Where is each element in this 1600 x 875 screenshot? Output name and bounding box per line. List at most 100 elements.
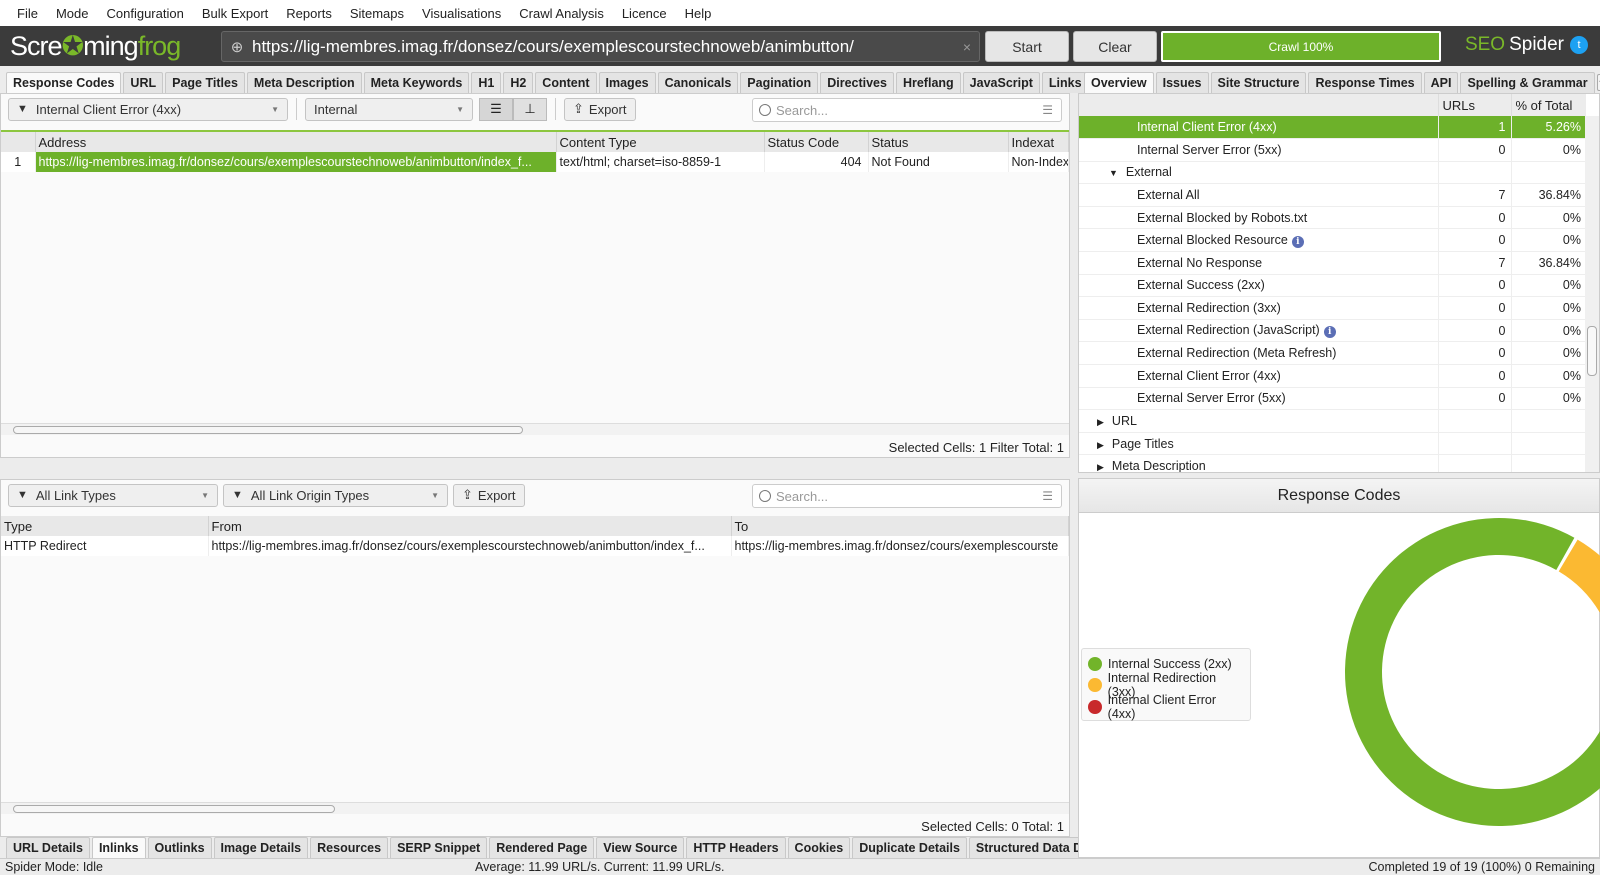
tab-page-titles[interactable]: Page Titles: [165, 72, 245, 93]
menu-item-licence[interactable]: Licence: [622, 6, 667, 21]
column-header[interactable]: Status Code: [764, 132, 869, 152]
tab-content[interactable]: Content: [535, 72, 597, 93]
cell-status-code[interactable]: 404: [764, 152, 869, 172]
overview-row[interactable]: External Blocked Resource i 0 0%: [1079, 228, 1586, 253]
info-icon[interactable]: i: [1291, 235, 1304, 248]
tab-h1[interactable]: H1: [471, 72, 502, 93]
url-input[interactable]: ⊕ https://lig-membres.imag.fr/donsez/cou…: [221, 31, 980, 62]
overview-row[interactable]: ▼ External: [1079, 161, 1586, 185]
scrollbar-thumb[interactable]: [1587, 326, 1597, 376]
menu-item-visualisations[interactable]: Visualisations: [422, 6, 501, 21]
overview-row[interactable]: ▶ Meta Description: [1079, 454, 1586, 472]
lower-horizontal-scrollbar[interactable]: [1, 802, 1069, 814]
clear-button[interactable]: Clear: [1073, 31, 1157, 62]
overview-row[interactable]: External Client Error (4xx) 0 0%: [1079, 364, 1586, 388]
overview-vertical-scrollbar[interactable]: [1585, 116, 1599, 472]
table-row[interactable]: 1 https://lig-membres.imag.fr/donsez/cour…: [1, 152, 1069, 172]
collapsed-icon[interactable]: ▶: [1097, 462, 1104, 472]
menu-item-help[interactable]: Help: [685, 6, 712, 21]
cell-from[interactable]: https://lig-membres.imag.fr/donsez/cours…: [208, 536, 732, 556]
overview-row[interactable]: External Server Error (5xx) 0 0%: [1079, 387, 1586, 411]
tab-site-structure[interactable]: Site Structure: [1210, 72, 1307, 93]
donut-slice-internal-success-2xx-[interactable]: [1345, 518, 1600, 826]
cell-type[interactable]: HTTP Redirect: [1, 536, 209, 556]
lower-search-input[interactable]: Search... ☰: [752, 484, 1062, 508]
overview-header-pct[interactable]: % of Total: [1510, 94, 1586, 116]
menu-item-configuration[interactable]: Configuration: [106, 6, 183, 21]
export-button[interactable]: ⇪ Export: [564, 97, 636, 121]
tab-view-source[interactable]: View Source: [596, 837, 685, 858]
main-horizontal-scrollbar[interactable]: [1, 423, 1069, 435]
start-button[interactable]: Start: [985, 31, 1069, 62]
cell-address[interactable]: https://lig-membres.imag.fr/donsez/cours…: [35, 152, 557, 172]
column-header[interactable]: From: [208, 516, 732, 536]
tab-h2[interactable]: H2: [503, 72, 534, 93]
overview-row[interactable]: Internal Client Error (4xx) 1 5.26%: [1079, 116, 1586, 140]
column-header[interactable]: Indexat: [1008, 132, 1069, 152]
tab-url[interactable]: URL: [123, 72, 164, 93]
overview-header-urls[interactable]: URLs: [1437, 94, 1511, 116]
overview-row[interactable]: External Redirection (3xx) 0 0%: [1079, 296, 1586, 320]
scrollbar-thumb[interactable]: [13, 426, 523, 434]
tab-response-times[interactable]: Response Times: [1308, 72, 1422, 93]
tab-image-details[interactable]: Image Details: [213, 837, 309, 858]
overview-row[interactable]: External No Response 7 36.84%: [1079, 251, 1586, 275]
scrollbar-thumb[interactable]: [13, 805, 335, 813]
tab-directives[interactable]: Directives: [820, 72, 894, 93]
menu-item-reports[interactable]: Reports: [286, 6, 332, 21]
cell-status[interactable]: Not Found: [868, 152, 1009, 172]
twitter-icon[interactable]: t: [1570, 36, 1588, 54]
filter-options-icon[interactable]: ☰: [1042, 103, 1053, 117]
menu-item-mode[interactable]: Mode: [56, 6, 89, 21]
filter-dropdown[interactable]: ▼ Internal Client Error (4xx) ▼: [8, 97, 288, 121]
tab-spelling-grammar[interactable]: Spelling & Grammar: [1460, 72, 1595, 93]
tab-meta-keywords[interactable]: Meta Keywords: [363, 72, 470, 93]
lower-export-button[interactable]: ⇪ Export: [453, 483, 525, 507]
tab-rendered-page[interactable]: Rendered Page: [489, 837, 595, 858]
tab-duplicate-details[interactable]: Duplicate Details: [852, 837, 967, 858]
menu-item-bulk-export[interactable]: Bulk Export: [202, 6, 268, 21]
cell-indexability[interactable]: Non-Index: [1008, 152, 1069, 172]
link-types-dropdown[interactable]: ▼ All Link Types ▼: [8, 483, 218, 507]
info-icon[interactable]: i: [1323, 326, 1336, 339]
tab-overview[interactable]: Overview: [1084, 72, 1154, 93]
tab-hreflang[interactable]: Hreflang: [895, 72, 961, 93]
menu-item-sitemaps[interactable]: Sitemaps: [350, 6, 404, 21]
menu-item-crawl-analysis[interactable]: Crawl Analysis: [519, 6, 604, 21]
tab-cookies[interactable]: Cookies: [787, 837, 851, 858]
tab-pagination[interactable]: Pagination: [740, 72, 819, 93]
overview-row[interactable]: ▶ URL: [1079, 409, 1586, 433]
tab-inlinks[interactable]: Inlinks: [91, 837, 146, 858]
overview-row[interactable]: External Blocked by Robots.txt 0 0%: [1079, 206, 1586, 230]
tab-images[interactable]: Images: [598, 72, 656, 93]
overview-row[interactable]: External Success (2xx) 0 0%: [1079, 274, 1586, 298]
table-row[interactable]: HTTP Redirect https://lig-membres.imag.fr…: [1, 536, 1069, 556]
cell-num[interactable]: 1: [1, 152, 36, 172]
column-header[interactable]: Address: [35, 132, 557, 152]
tab-outlinks[interactable]: Outlinks: [147, 837, 212, 858]
overview-row[interactable]: ▶ Page Titles: [1079, 432, 1586, 456]
column-header[interactable]: Content Type: [556, 132, 765, 152]
overview-row[interactable]: External Redirection (JavaScript) i 0 0%: [1079, 319, 1586, 343]
tab-issues[interactable]: Issues: [1155, 72, 1209, 93]
column-header[interactable]: Status: [868, 132, 1009, 152]
overview-row[interactable]: Internal Server Error (5xx) 0 0%: [1079, 138, 1586, 162]
column-header[interactable]: [1, 132, 36, 152]
tab-resources[interactable]: Resources: [310, 837, 389, 858]
cell-to[interactable]: https://lig-membres.imag.fr/donsez/cours…: [731, 536, 1069, 556]
tab-serp-snippet[interactable]: SERP Snippet: [390, 837, 488, 858]
menu-item-file[interactable]: File: [17, 6, 38, 21]
cell-content-type[interactable]: text/html; charset=iso-8859-1: [556, 152, 765, 172]
tab-response-codes[interactable]: Response Codes: [6, 72, 122, 93]
filter-options-icon[interactable]: ☰: [1042, 489, 1053, 503]
expanded-icon[interactable]: ▼: [1109, 168, 1118, 178]
search-input[interactable]: Search... ☰: [752, 98, 1062, 122]
scope-dropdown[interactable]: Internal ▼: [305, 97, 473, 121]
overview-row[interactable]: External All 7 36.84%: [1079, 183, 1586, 207]
overview-row[interactable]: External Redirection (Meta Refresh) 0 0%: [1079, 341, 1586, 366]
collapsed-icon[interactable]: ▶: [1097, 417, 1104, 427]
legend-item[interactable]: Internal Client Error (4xx): [1088, 693, 1244, 721]
tree-view-button[interactable]: ⊥: [513, 97, 547, 121]
tab-http-headers[interactable]: HTTP Headers: [686, 837, 786, 858]
tab-javascript[interactable]: JavaScript: [962, 72, 1040, 93]
